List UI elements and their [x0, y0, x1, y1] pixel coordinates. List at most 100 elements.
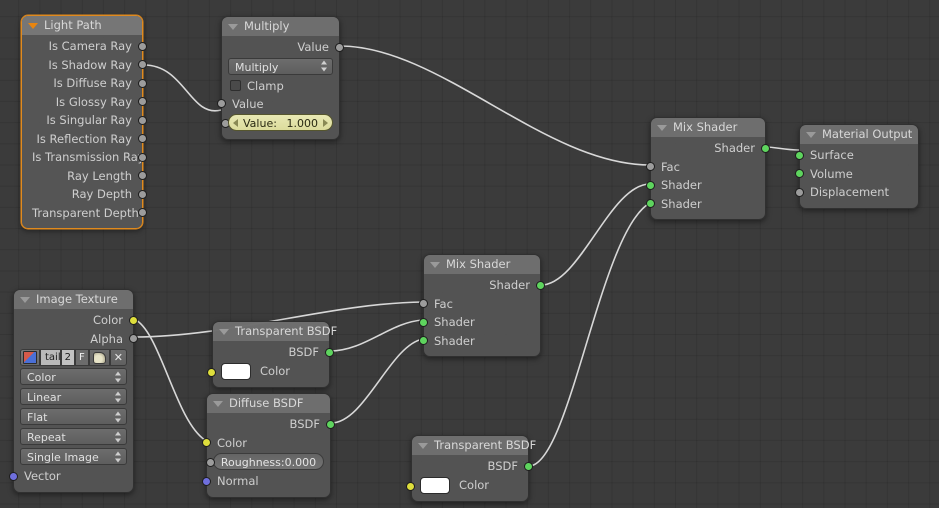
input-shader-1[interactable]: Shader	[419, 313, 540, 332]
source-dropdown[interactable]: Single Image	[20, 448, 127, 465]
node-transparent-bsdf-bottom[interactable]: Transparent BSDF BSDF Color	[406, 435, 536, 502]
increment-arrow-icon[interactable]	[323, 118, 328, 127]
collapse-triangle-icon[interactable]	[213, 400, 223, 407]
color-input-row[interactable]: Color	[406, 476, 528, 495]
socket-displacement[interactable]	[795, 187, 804, 197]
output-value[interactable]: Value	[222, 38, 344, 57]
socket-is-singular-ray[interactable]	[138, 115, 147, 125]
color-input-row[interactable]: Color	[207, 362, 329, 381]
socket-is-transmission-ray[interactable]	[138, 152, 147, 162]
collapse-triangle-icon[interactable]	[219, 328, 229, 335]
input-fac[interactable]: Fac	[419, 295, 540, 314]
clamp-checkbox-row[interactable]: Clamp	[222, 77, 339, 95]
collapse-triangle-icon[interactable]	[806, 131, 816, 138]
clamp-checkbox[interactable]	[230, 80, 241, 91]
fake-user-toggle[interactable]: F	[75, 349, 89, 366]
output-color[interactable]: Color	[14, 311, 138, 330]
node-diffuse-bsdf[interactable]: Diffuse BSDF BSDF Color Roughness:0.000 …	[202, 393, 335, 498]
socket-roughness[interactable]	[206, 457, 215, 467]
node-header-multiply[interactable]: Multiply	[222, 17, 339, 36]
socket-shader-out[interactable]	[761, 143, 770, 153]
socket-is-shadow-ray[interactable]	[138, 60, 147, 70]
collapse-triangle-icon[interactable]	[28, 22, 38, 29]
input-shader-2[interactable]: Shader	[419, 332, 540, 351]
pack-image-button[interactable]	[88, 349, 110, 366]
socket-shader-out[interactable]	[536, 280, 545, 290]
projection-dropdown[interactable]: Flat	[20, 408, 127, 425]
node-mix-shader-top[interactable]: Mix Shader Shader Fac Shader Shader	[646, 117, 770, 220]
socket-surface[interactable]	[795, 150, 804, 160]
socket-ray-depth[interactable]	[138, 189, 147, 199]
output-ray-length[interactable]: Ray Length	[22, 167, 147, 186]
input-vector[interactable]: Vector	[9, 467, 133, 486]
socket-alpha-out[interactable]	[129, 334, 138, 344]
input-shader-1[interactable]: Shader	[646, 176, 765, 195]
socket-shader-in-1[interactable]	[419, 317, 428, 327]
color-space-dropdown[interactable]: Color	[20, 368, 127, 385]
roughness-slider[interactable]: Roughness:0.000	[213, 453, 324, 470]
socket-color-out[interactable]	[129, 315, 138, 325]
node-image-texture[interactable]: Image Texture Color Alpha tail0 2 F ✕ Co…	[9, 289, 138, 493]
socket-is-reflection-ray[interactable]	[138, 134, 147, 144]
input-displacement[interactable]: Displacement	[795, 183, 918, 202]
output-is-shadow-ray[interactable]: Is Shadow Ray	[22, 56, 147, 75]
node-header-transparent-bsdf-bottom[interactable]: Transparent BSDF	[412, 436, 536, 455]
collapse-triangle-icon[interactable]	[228, 23, 238, 30]
socket-value-in-1[interactable]	[217, 99, 226, 109]
socket-color-in[interactable]	[406, 482, 415, 491]
node-mix-shader-mid[interactable]: Mix Shader Shader Fac Shader Shader	[419, 254, 545, 357]
output-shader[interactable]: Shader	[651, 139, 770, 158]
browse-image-button[interactable]	[20, 349, 40, 366]
socket-vector[interactable]	[9, 471, 18, 481]
output-is-reflection-ray[interactable]: Is Reflection Ray	[22, 130, 147, 149]
collapse-triangle-icon[interactable]	[20, 296, 30, 303]
socket-shader-in-1[interactable]	[646, 180, 655, 190]
socket-color-in[interactable]	[202, 438, 211, 448]
input-shader-2[interactable]: Shader	[646, 195, 765, 214]
node-editor-canvas[interactable]: Light Path Is Camera Ray Is Shadow Ray I…	[0, 0, 939, 508]
value-number-field[interactable]: Value: 1.000	[228, 114, 333, 131]
output-transparent-depth[interactable]: Transparent Depth	[22, 204, 147, 223]
socket-fac[interactable]	[419, 299, 428, 309]
socket-is-glossy-ray[interactable]	[138, 97, 147, 107]
decrement-arrow-icon[interactable]	[233, 118, 238, 127]
output-shader[interactable]: Shader	[424, 276, 545, 295]
node-transparent-bsdf-top[interactable]: Transparent BSDF BSDF Color	[207, 321, 337, 388]
output-ray-depth[interactable]: Ray Depth	[22, 185, 147, 204]
node-header-material-output[interactable]: Material Output	[800, 125, 918, 144]
input-fac[interactable]: Fac	[646, 158, 765, 177]
image-name-field[interactable]: tail0	[40, 349, 61, 366]
node-header-mix-shader-mid[interactable]: Mix Shader	[424, 255, 540, 274]
socket-bsdf-out[interactable]	[524, 461, 533, 471]
output-bsdf[interactable]: BSDF	[213, 343, 334, 362]
image-datablock-row[interactable]: tail0 2 F ✕	[14, 348, 133, 367]
output-is-diffuse-ray[interactable]: Is Diffuse Ray	[22, 74, 147, 93]
output-is-camera-ray[interactable]: Is Camera Ray	[22, 37, 147, 56]
interpolation-dropdown[interactable]: Linear	[20, 388, 127, 405]
node-multiply[interactable]: Multiply Value Multiply Clamp Value Valu…	[217, 16, 344, 140]
socket-is-diffuse-ray[interactable]	[138, 78, 147, 88]
node-header-image-texture[interactable]: Image Texture	[14, 290, 133, 309]
socket-color-in[interactable]	[207, 368, 216, 377]
socket-ray-length[interactable]	[138, 171, 147, 181]
color-swatch[interactable]	[420, 476, 450, 494]
operation-dropdown[interactable]: Multiply	[228, 57, 333, 75]
color-swatch[interactable]	[221, 362, 251, 380]
node-header-transparent-bsdf-top[interactable]: Transparent BSDF	[213, 322, 337, 341]
output-bsdf[interactable]: BSDF	[412, 457, 533, 476]
input-volume[interactable]: Volume	[795, 165, 918, 184]
node-material-output[interactable]: Material Output Surface Volume Displacem…	[795, 124, 919, 209]
output-is-transmission-ray[interactable]: Is Transmission Ray	[22, 148, 147, 167]
collapse-triangle-icon[interactable]	[430, 261, 440, 268]
node-light-path[interactable]: Light Path Is Camera Ray Is Shadow Ray I…	[21, 15, 147, 229]
socket-bsdf-out[interactable]	[326, 419, 335, 429]
socket-shader-in-2[interactable]	[646, 199, 655, 209]
socket-value-out[interactable]	[335, 42, 344, 52]
socket-shader-in-2[interactable]	[419, 336, 428, 346]
output-is-singular-ray[interactable]: Is Singular Ray	[22, 111, 147, 130]
node-header-mix-shader-top[interactable]: Mix Shader	[651, 118, 765, 137]
input-normal[interactable]: Normal	[202, 472, 330, 491]
socket-is-camera-ray[interactable]	[138, 41, 147, 51]
output-is-glossy-ray[interactable]: Is Glossy Ray	[22, 93, 147, 112]
unlink-image-button[interactable]: ✕	[109, 349, 127, 366]
